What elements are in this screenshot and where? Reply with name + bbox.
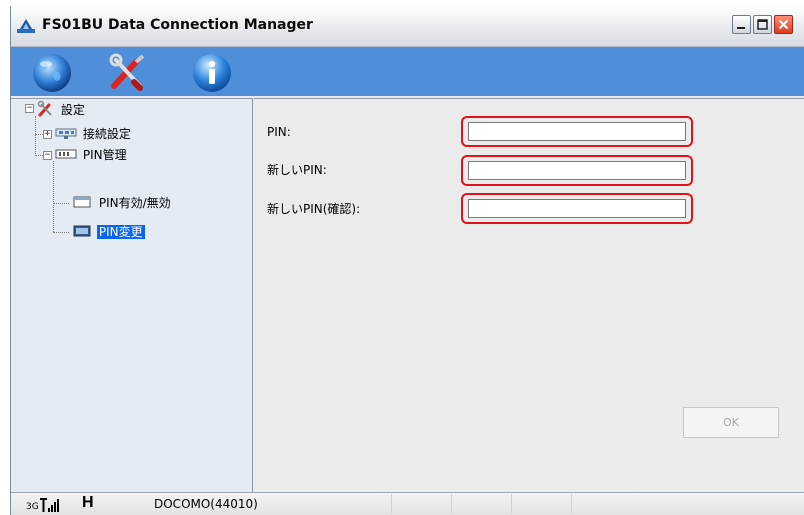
tree-line [53, 203, 69, 204]
tools-icon[interactable] [106, 52, 148, 94]
confirm-pin-label: 新しいPIN(確認): [267, 202, 361, 216]
maximize-button[interactable] [753, 15, 772, 34]
new-pin-label: 新しいPIN: [267, 163, 327, 177]
status-divider [451, 494, 452, 514]
settings-tree: − 設定 + 接続設定 − PIN管理 PIN有効/無効 PIN変更 [11, 98, 253, 493]
expand-toggle[interactable]: + [43, 130, 52, 139]
tree-label: 設定 [60, 103, 85, 117]
pin-label: PIN: [267, 125, 291, 139]
new-pin-field-highlight [461, 155, 693, 186]
globe-icon[interactable] [31, 52, 73, 94]
title-bar[interactable]: FS01BU Data Connection Manager [11, 6, 804, 47]
sim-card-icon [55, 149, 77, 159]
monitor-icon [73, 225, 91, 237]
tree-label: 接続設定 [82, 127, 131, 141]
tree-item-settings[interactable]: 設定 [37, 100, 87, 118]
tree-item-pin-change[interactable]: PIN変更 [71, 223, 145, 241]
network-type: H [82, 494, 94, 511]
maximize-icon [757, 19, 768, 30]
minimize-icon [737, 27, 745, 29]
app-icon [17, 18, 35, 37]
toolbar [11, 47, 804, 96]
confirm-pin-input[interactable] [468, 199, 686, 218]
tree-item-pin-toggle[interactable]: PIN有効/無効 [71, 194, 173, 212]
window-title: FS01BU Data Connection Manager [42, 17, 313, 33]
document-icon [73, 196, 91, 208]
tools-icon [37, 100, 52, 117]
tree-label: PIN変更 [96, 225, 145, 239]
network-generation: 3G [26, 502, 39, 512]
status-divider [571, 494, 572, 514]
info-icon[interactable] [191, 52, 233, 94]
tree-label: PIN管理 [82, 148, 127, 162]
status-bar: 3G H DOCOMO(44010) [11, 492, 804, 515]
ok-button[interactable]: OK [683, 407, 779, 438]
tree-item-connection[interactable]: 接続設定 [55, 125, 133, 143]
tree-item-pin-management[interactable]: PIN管理 [55, 146, 129, 164]
carrier-name: DOCOMO(44010) [154, 497, 258, 511]
tree-line [53, 161, 54, 232]
signal-strength: 3G [26, 495, 66, 515]
tree-line [53, 232, 69, 233]
close-button[interactable] [774, 15, 793, 34]
tree-line [35, 116, 36, 156]
network-icon [55, 128, 77, 139]
app-window: FS01BU Data Connection Manager − 設定 + 接続… [10, 6, 804, 515]
new-pin-input[interactable] [468, 161, 686, 180]
collapse-toggle[interactable]: − [25, 104, 34, 113]
minimize-button[interactable] [732, 15, 751, 34]
pin-input[interactable] [468, 122, 686, 141]
collapse-toggle[interactable]: − [43, 151, 52, 160]
pin-field-highlight [461, 116, 693, 147]
status-divider [391, 494, 392, 514]
status-divider [511, 494, 512, 514]
confirm-pin-field-highlight [461, 193, 693, 224]
tree-label: PIN有効/無効 [98, 196, 171, 210]
close-icon [778, 19, 789, 30]
pin-change-panel: PIN: 新しいPIN: 新しいPIN(確認): OK [254, 98, 804, 493]
